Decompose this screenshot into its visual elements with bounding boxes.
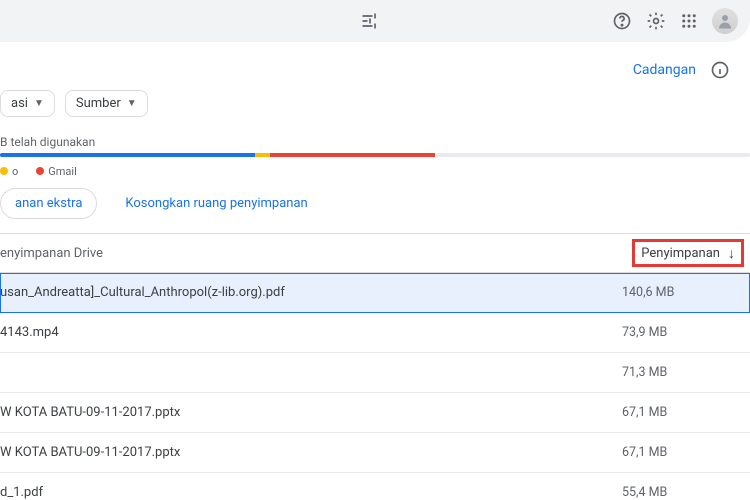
- chevron-down-icon: ▼: [127, 98, 137, 109]
- storage-usage-label: B telah digunakan: [0, 135, 750, 153]
- table-row[interactable]: 71,3 MB: [0, 353, 750, 393]
- file-name: W KOTA BATU-09-11-2017.pptx: [0, 405, 622, 420]
- settings-icon[interactable]: [646, 11, 666, 31]
- filter-chips: asi ▼ Sumber ▼: [0, 88, 750, 135]
- backup-link[interactable]: Cadangan: [633, 62, 696, 78]
- tune-icon[interactable]: [360, 11, 380, 31]
- storage-segment: [270, 153, 435, 157]
- storage-segment: [0, 153, 255, 157]
- filter-chip-source[interactable]: Sumber ▼: [65, 90, 148, 117]
- file-size: 71,3 MB: [622, 365, 750, 380]
- apps-icon[interactable]: [680, 12, 698, 30]
- filter-chip-modified[interactable]: asi ▼: [0, 90, 55, 117]
- legend-dot: [36, 167, 44, 175]
- legend-item: o: [0, 165, 18, 178]
- file-size: 67,1 MB: [622, 405, 750, 420]
- table-row[interactable]: W KOTA BATU-09-11-2017.pptx67,1 MB: [0, 433, 750, 473]
- table-header: enyimpanan Drive Penyimpanan ↓: [0, 233, 750, 273]
- file-size: 55,4 MB: [622, 485, 750, 500]
- file-name: 4143.mp4: [0, 325, 622, 340]
- file-size: 140,6 MB: [622, 285, 750, 300]
- chevron-down-icon: ▼: [34, 98, 44, 109]
- legend-dot: [0, 167, 8, 175]
- table-row[interactable]: usan_Andreatta]_Cultural_Anthropol(z-lib…: [0, 273, 750, 313]
- file-list: usan_Andreatta]_Cultural_Anthropol(z-lib…: [0, 273, 750, 500]
- file-size: 67,1 MB: [622, 445, 750, 460]
- top-bar: [0, 0, 750, 42]
- avatar[interactable]: [712, 8, 738, 34]
- file-name: W KOTA BATU-09-11-2017.pptx: [0, 445, 622, 460]
- column-header-size[interactable]: Penyimpanan ↓: [632, 239, 744, 267]
- free-space-link[interactable]: Kosongkan ruang penyimpanan: [125, 196, 307, 211]
- legend-item: Gmail: [36, 165, 76, 178]
- table-row[interactable]: W KOTA BATU-09-11-2017.pptx67,1 MB: [0, 393, 750, 433]
- chip-label: Sumber: [76, 96, 121, 111]
- file-name: usan_Andreatta]_Cultural_Anthropol(z-lib…: [0, 285, 622, 300]
- buy-storage-button[interactable]: anan ekstra: [0, 188, 97, 219]
- table-row[interactable]: d_1.pdf55,4 MB: [0, 473, 750, 500]
- column-header-name[interactable]: enyimpanan Drive: [0, 246, 632, 261]
- storage-segment: [255, 153, 270, 157]
- file-name: d_1.pdf: [0, 485, 622, 500]
- help-icon[interactable]: [612, 11, 632, 31]
- table-row[interactable]: 4143.mp473,9 MB: [0, 313, 750, 353]
- chip-label: asi: [11, 96, 28, 111]
- storage-legend: o Gmail: [0, 157, 750, 188]
- file-size: 73,9 MB: [622, 325, 750, 340]
- sort-down-icon: ↓: [728, 245, 735, 262]
- info-icon[interactable]: [710, 60, 730, 80]
- column-size-label: Penyimpanan: [641, 246, 720, 261]
